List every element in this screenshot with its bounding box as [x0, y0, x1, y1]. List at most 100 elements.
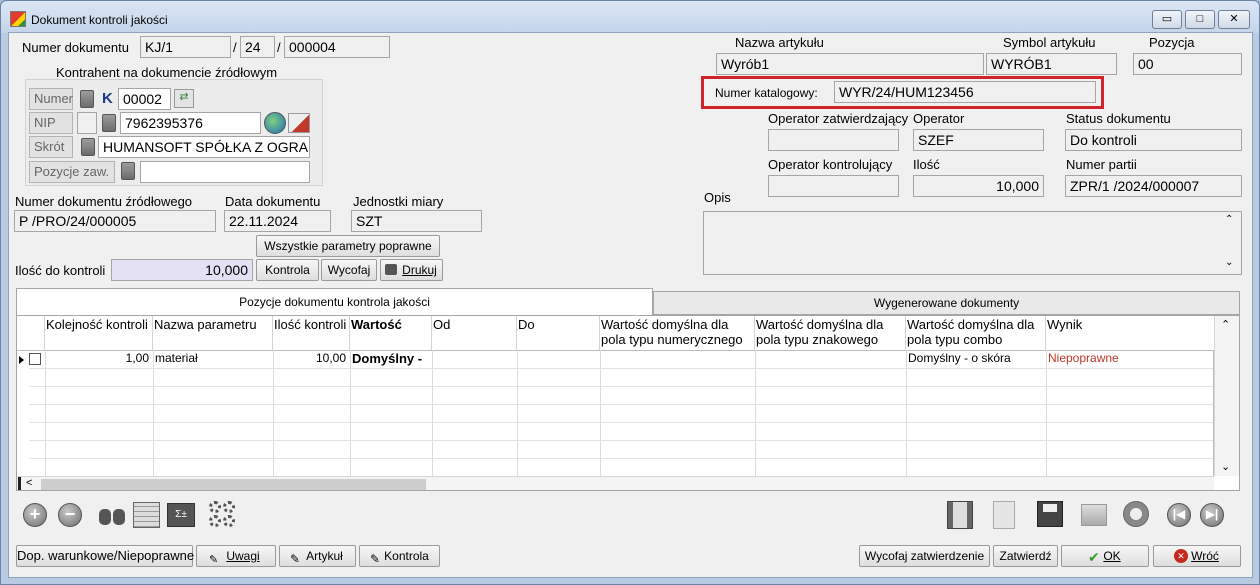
grid-layout-icon[interactable] [133, 502, 160, 528]
title-bar: Dokument kontroli jakości ▭ □ ✕ [1, 1, 1259, 33]
contractor-short-button[interactable]: Skrót [29, 136, 73, 158]
report-icon[interactable] [947, 501, 973, 529]
lookup-icon[interactable] [121, 162, 135, 180]
cell-wynik[interactable]: Niepoprawne [1046, 350, 1213, 368]
last-record-icon[interactable]: ▶| [1200, 503, 1224, 527]
article-name-field[interactable]: Wyrób1 [716, 53, 984, 75]
check-icon: ✔ [1088, 549, 1100, 565]
batch-number-field[interactable]: ZPR/1 /2024/000007 [1065, 175, 1242, 197]
conditional-accept-button[interactable]: Dop. warunkowe/Niepoprawne [16, 545, 194, 567]
cell-znakowy[interactable] [755, 350, 906, 368]
cell-nazwa[interactable]: materiał [153, 350, 271, 368]
lookup-icon[interactable] [102, 114, 116, 132]
col-numeric[interactable]: Wartość domyślna dla pola typu numeryczn… [600, 316, 755, 350]
contractor-number-button[interactable]: Numer [29, 88, 73, 110]
remove-row-icon[interactable]: − [58, 503, 82, 527]
tab-positions[interactable]: Pozycje dokumentu kontrola jakości [16, 288, 653, 316]
revoke-approval-button[interactable]: Wycofaj zatwierdzenie [859, 545, 990, 567]
scroll-up-icon[interactable]: ⌃ [1225, 214, 1233, 225]
refresh-icon[interactable] [1123, 501, 1149, 527]
nip-prefix-field[interactable] [77, 112, 97, 134]
included-positions-button[interactable]: Pozycje zaw. [29, 161, 115, 183]
vat-check-icon[interactable] [288, 113, 310, 133]
quantity-field[interactable]: 10,000 [913, 175, 1044, 197]
drukuj-button[interactable]: Drukuj [380, 259, 443, 281]
quantity-to-check-field[interactable]: 10,000 [111, 259, 253, 281]
col-znakowy[interactable]: Wartość domyślna dla pola typu znakowego [755, 316, 906, 350]
cell-numeric[interactable] [600, 350, 755, 368]
document-seq-field[interactable]: 000004 [284, 36, 390, 58]
document-prefix-field[interactable]: KJ/1 [140, 36, 231, 58]
col-nazwa[interactable]: Nazwa parametru [153, 316, 273, 350]
approve-button[interactable]: Zatwierdź [993, 545, 1058, 567]
cell-wartosc[interactable]: Domyślny - [350, 350, 432, 368]
operator-field[interactable]: SZEF [913, 129, 1044, 151]
all-params-ok-button[interactable]: Wszystkie parametry poprawne [256, 235, 440, 257]
cell-kolejnosc[interactable]: 1,00 [45, 350, 151, 368]
position-field[interactable]: 00 [1133, 53, 1242, 75]
col-combo[interactable]: Wartość domyślna dla pola typu combo [906, 316, 1046, 350]
save-icon[interactable] [1037, 501, 1063, 527]
wycofaj-button[interactable]: Wycofaj [321, 259, 377, 281]
close-window-button[interactable]: ✕ [1218, 10, 1250, 29]
cell-od[interactable] [432, 350, 517, 368]
cancel-button[interactable]: ✕ Wróć [1153, 545, 1241, 567]
tab-generated-docs[interactable]: Wygenerowane dokumenty [653, 291, 1240, 315]
col-do[interactable]: Do [517, 316, 600, 350]
row-checkbox[interactable] [29, 353, 41, 365]
horizontal-scroll-thumb[interactable] [41, 479, 426, 490]
ok-button[interactable]: ✔ OK [1061, 545, 1149, 567]
col-wynik[interactable]: Wynik [1046, 316, 1213, 350]
units-field[interactable]: SZT [351, 210, 482, 232]
scroll-down-icon[interactable]: ⌄ [1221, 460, 1230, 473]
cancel-label: Wróć [1191, 549, 1219, 563]
windows-icon[interactable] [1081, 504, 1107, 526]
document-list-icon[interactable] [993, 501, 1015, 529]
checking-operator-field[interactable] [768, 175, 899, 197]
lookup-icon[interactable] [80, 90, 94, 108]
contractor-short-field[interactable]: HUMANSOFT SPÓŁKA Z OGRA [98, 136, 310, 158]
kontrola-bottom-button[interactable]: ✎ Kontrola [359, 545, 440, 567]
scroll-up-icon[interactable]: ⌃ [1221, 318, 1230, 331]
uwagi-button[interactable]: ✎ Uwagi [196, 545, 276, 567]
col-od[interactable]: Od [432, 316, 517, 350]
globe-icon[interactable] [264, 112, 286, 134]
first-record-icon[interactable]: |◀ [1167, 503, 1191, 527]
included-positions-field[interactable] [140, 161, 310, 183]
handshake-icon[interactable]: ⇄ [174, 89, 194, 108]
approving-operator-field[interactable] [768, 129, 899, 151]
contractor-nip-button[interactable]: NIP [29, 112, 73, 134]
positions-grid[interactable]: Kolejność kontroli Nazwa parametru Ilość… [16, 315, 1240, 491]
cell-do[interactable] [517, 350, 600, 368]
contractor-number-field[interactable]: 00002 [118, 88, 171, 110]
kontrola-button[interactable]: Kontrola [256, 259, 319, 281]
minimize-button[interactable]: ▭ [1152, 10, 1182, 29]
document-status-label: Status dokumentu [1066, 111, 1171, 126]
lookup-icon[interactable] [81, 138, 95, 156]
cell-combo[interactable]: Domyślny - o skóra [906, 350, 1046, 368]
document-year-field[interactable]: 24 [240, 36, 275, 58]
article-symbol-field[interactable]: WYRÓB1 [986, 53, 1117, 75]
separator: / [277, 40, 281, 55]
contractor-nip-field[interactable]: 7962395376 [120, 112, 261, 134]
artykul-button[interactable]: ✎ Artykuł [279, 545, 356, 567]
document-date-field[interactable]: 22.11.2024 [224, 210, 331, 232]
scroll-left-icon[interactable]: < [26, 477, 32, 489]
settings-gears-icon[interactable] [209, 501, 237, 529]
maximize-button[interactable]: □ [1185, 10, 1215, 29]
main-window: Dokument kontroli jakości ▭ □ ✕ Numer do… [0, 0, 1260, 585]
binoculars-icon[interactable] [99, 505, 127, 525]
scroll-down-icon[interactable]: ⌄ [1225, 257, 1233, 268]
col-ilosc[interactable]: Ilość kontroli [273, 316, 350, 350]
document-status-field[interactable]: Do kontroli [1065, 129, 1242, 151]
calculator-icon[interactable]: Σ± [167, 503, 195, 527]
cell-ilosc[interactable]: 10,00 [273, 350, 348, 368]
add-row-icon[interactable]: + [23, 503, 47, 527]
description-field[interactable] [703, 211, 1242, 275]
catalog-number-field[interactable]: WYR/24/HUM123456 [834, 81, 1096, 103]
grid-vertical-scrollbar[interactable] [1214, 316, 1239, 476]
quantity-to-check-label: Ilość do kontroli [15, 263, 106, 278]
col-kolejnosc[interactable]: Kolejność kontroli [45, 316, 153, 350]
col-wartosc[interactable]: Wartość [350, 316, 432, 350]
source-doc-number-field[interactable]: P /PRO/24/000005 [14, 210, 216, 232]
